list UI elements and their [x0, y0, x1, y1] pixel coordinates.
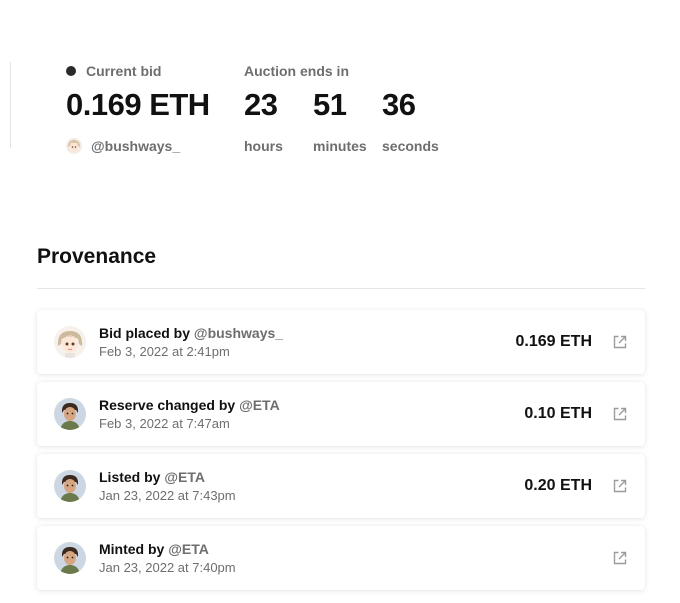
countdown-value: 36 [382, 87, 416, 122]
countdown-unit: minutes [313, 138, 367, 154]
external-link-icon[interactable] [612, 406, 628, 422]
provenance-title: Provenance [37, 245, 157, 268]
event-action: Listed by [99, 469, 165, 485]
portrait-avatar-icon [54, 470, 86, 502]
countdown-hours: 23 hours [244, 80, 313, 156]
left-divider [10, 62, 11, 148]
current-bid-amount: 0.169 ETH [66, 87, 210, 122]
event-details: Minted by @ETA Jan 23, 2022 at 7:40pm [99, 540, 592, 576]
provenance-item-listed: Listed by @ETA Jan 23, 2022 at 7:43pm 0.… [37, 454, 645, 518]
current-bid-label-row: Current bid [66, 62, 244, 80]
dot-icon [66, 66, 76, 76]
external-link-icon[interactable] [612, 334, 628, 350]
countdown-seconds: 36 seconds [382, 80, 451, 156]
provenance-item-minted: Minted by @ETA Jan 23, 2022 at 7:40pm [37, 526, 645, 590]
auction-panel: Current bid 0.169 ETH @bushways_ Auction… [66, 62, 451, 156]
countdown-value: 23 [244, 87, 278, 122]
anime-avatar-icon [54, 326, 86, 358]
event-date: Feb 3, 2022 at 2:41pm [99, 344, 230, 359]
countdown-value: 51 [313, 87, 347, 122]
provenance-divider [37, 288, 645, 289]
event-date: Jan 23, 2022 at 7:43pm [99, 488, 236, 503]
event-title: Listed by @ETA [99, 468, 524, 486]
event-details: Bid placed by @bushways_ Feb 3, 2022 at … [99, 324, 516, 360]
event-title: Bid placed by @bushways_ [99, 324, 516, 342]
event-amount: 0.20 ETH [524, 477, 592, 494]
countdown: 23 hours 51 minutes 36 seconds [244, 80, 451, 156]
event-user-link[interactable]: @ETA [164, 469, 205, 485]
event-action: Bid placed by [99, 325, 194, 341]
event-title: Reserve changed by @ETA [99, 396, 524, 414]
event-action: Reserve changed by [99, 397, 240, 413]
current-bid-label: Current bid [86, 63, 162, 79]
event-user-link[interactable]: @ETA [239, 397, 280, 413]
event-details: Reserve changed by @ETA Feb 3, 2022 at 7… [99, 396, 524, 432]
anime-avatar-icon [66, 138, 82, 154]
auction-ends-label: Auction ends in [244, 63, 349, 79]
countdown-unit: hours [244, 138, 283, 154]
event-user-link[interactable]: @bushways_ [194, 325, 283, 341]
event-date: Jan 23, 2022 at 7:40pm [99, 560, 236, 575]
provenance-item-reserve: Reserve changed by @ETA Feb 3, 2022 at 7… [37, 382, 645, 446]
event-action: Minted by [99, 541, 169, 557]
external-link-icon[interactable] [612, 550, 628, 566]
current-bid-section: Current bid 0.169 ETH @bushways_ [66, 62, 244, 156]
portrait-avatar-icon [54, 542, 86, 574]
portrait-avatar-icon [54, 398, 86, 430]
provenance-item-bid: Bid placed by @bushways_ Feb 3, 2022 at … [37, 310, 645, 374]
event-amount: 0.169 ETH [515, 333, 592, 350]
external-link-icon[interactable] [612, 478, 628, 494]
provenance-list: Bid placed by @bushways_ Feb 3, 2022 at … [37, 310, 645, 598]
event-details: Listed by @ETA Jan 23, 2022 at 7:43pm [99, 468, 524, 504]
bidder-username: @bushways_ [91, 138, 181, 154]
countdown-unit: seconds [382, 138, 439, 154]
event-date: Feb 3, 2022 at 7:47am [99, 416, 230, 431]
event-amount: 0.10 ETH [524, 405, 592, 422]
event-title: Minted by @ETA [99, 540, 592, 558]
countdown-minutes: 51 minutes [313, 80, 382, 156]
bidder-link[interactable]: @bushways_ [66, 136, 244, 156]
event-user-link[interactable]: @ETA [168, 541, 209, 557]
auction-timer-section: Auction ends in 23 hours 51 minutes 36 s… [244, 62, 451, 156]
